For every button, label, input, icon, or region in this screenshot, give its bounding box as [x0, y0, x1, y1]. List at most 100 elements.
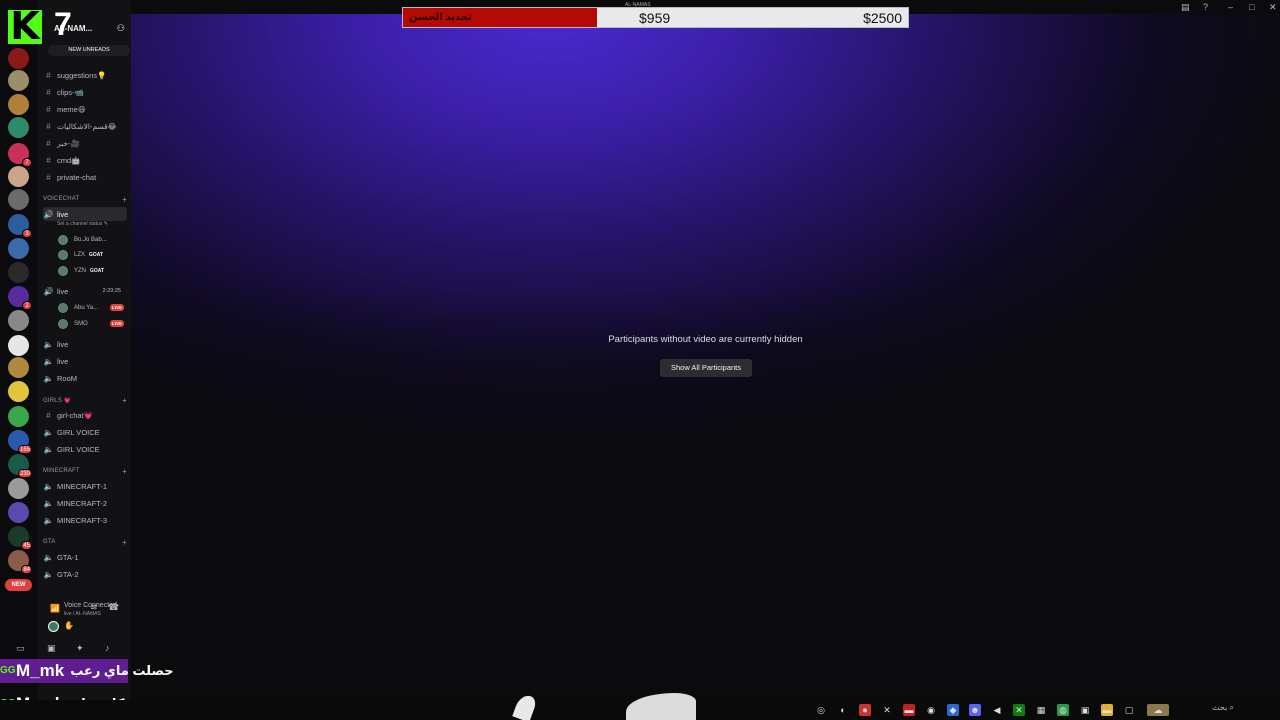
app-icon[interactable]: ✕: [881, 704, 893, 716]
activities-icon[interactable]: ✦: [76, 643, 84, 654]
voice-user-name: Bo.Jo Bab...: [74, 236, 107, 243]
soundboard-icon[interactable]: ♪: [105, 643, 110, 653]
channel-clips[interactable]: # clips-📹: [43, 85, 127, 99]
help-icon[interactable]: ?: [1203, 2, 1208, 12]
server-icon[interactable]: [8, 406, 29, 427]
voice-channel[interactable]: 🔈 MINECRAFT-1: [43, 479, 127, 493]
channel-meme[interactable]: # meme😄: [43, 102, 127, 116]
app-icon[interactable]: ◀: [991, 704, 1003, 716]
camera-icon[interactable]: ▭: [16, 643, 25, 654]
server-icon[interactable]: [8, 357, 29, 378]
app-icon[interactable]: ●: [859, 704, 871, 716]
activity-icon[interactable]: ✋: [64, 621, 74, 632]
voice-channel[interactable]: 🔈 GTA-1: [43, 550, 127, 564]
add-channel-icon[interactable]: +: [122, 467, 127, 476]
channel-girl-chat[interactable]: # girl-chat💗: [43, 408, 127, 422]
app-icon[interactable]: ▬: [903, 704, 915, 716]
voice-user[interactable]: Abu Ya... LIVE: [58, 301, 126, 314]
screen-share-icon[interactable]: ▣: [47, 643, 56, 654]
voice-channel[interactable]: 🔈 GTA-2: [43, 567, 127, 581]
voice-user[interactable]: SMO LIVE: [58, 317, 126, 330]
server-icon[interactable]: [8, 94, 29, 115]
speaker-icon: 🔈: [43, 444, 54, 454]
channel-private-chat[interactable]: # private-chat: [43, 170, 127, 184]
app-icon[interactable]: ◆: [947, 704, 959, 716]
channel-arabic-1[interactable]: # قسم-الاشكاليات😂: [43, 119, 127, 133]
discord-icon[interactable]: ☻: [969, 704, 981, 716]
folder-icon[interactable]: ▬: [1101, 704, 1113, 716]
server-icon[interactable]: [8, 335, 29, 356]
server-icon[interactable]: 165: [8, 430, 32, 454]
voice-channel[interactable]: 🔈 live: [43, 354, 127, 368]
minimize-icon[interactable]: –: [1228, 2, 1233, 12]
unread-badge: 230: [17, 469, 32, 478]
server-icon[interactable]: [8, 502, 29, 523]
app-icon[interactable]: ◎: [815, 704, 827, 716]
close-icon[interactable]: ✕: [1269, 2, 1277, 13]
avatar[interactable]: [48, 621, 59, 632]
server-icon[interactable]: [8, 262, 29, 283]
hash-icon: #: [46, 70, 51, 80]
server-icon[interactable]: [8, 48, 29, 69]
new-server-badge[interactable]: NEW: [5, 579, 32, 591]
voice-channel[interactable]: 🔈 MINECRAFT-2: [43, 496, 127, 510]
signal-icon[interactable]: 📶: [50, 604, 60, 613]
server-header[interactable]: AL-NAM... ⚇: [38, 20, 131, 36]
voice-user[interactable]: Bo.Jo Bab...: [58, 233, 126, 246]
voice-channel[interactable]: 🔈 GIRL VOICE: [43, 425, 127, 439]
category-girls[interactable]: GIRLS 💗 +: [43, 396, 127, 407]
task-view-icon[interactable]: ▢: [1123, 704, 1135, 716]
voice-channel-live-active[interactable]: 🔊 live: [43, 207, 127, 221]
maximize-icon[interactable]: □: [1249, 2, 1254, 12]
server-icon[interactable]: [8, 189, 29, 210]
server-icon[interactable]: 45: [8, 526, 32, 550]
channel-label: GTA-2: [57, 569, 79, 579]
search-box[interactable]: بحث ⌕: [1212, 703, 1234, 713]
voice-user[interactable]: YZN GOAT: [58, 264, 126, 277]
add-channel-icon[interactable]: +: [122, 195, 127, 204]
server-icon[interactable]: [8, 310, 29, 331]
new-unreads-pill[interactable]: NEW UNREADS: [48, 45, 130, 56]
steam-icon[interactable]: ◉: [925, 704, 937, 716]
show-all-participants-button[interactable]: Show All Participants: [660, 359, 752, 377]
category-voicechat[interactable]: VOICECHAT +: [43, 195, 127, 206]
voice-channel[interactable]: 🔈 RooM: [43, 371, 127, 385]
voice-channel[interactable]: 🔈 MINECRAFT-3: [43, 513, 127, 527]
add-channel-icon[interactable]: +: [122, 538, 127, 547]
channel-suggestions[interactable]: # suggestions💡: [43, 68, 127, 82]
voice-user[interactable]: LZX GOAT: [58, 248, 126, 261]
voice-channel-live[interactable]: 🔊 live 2:29:25: [43, 284, 127, 298]
add-channel-icon[interactable]: +: [122, 396, 127, 405]
xbox-icon[interactable]: ✕: [1013, 704, 1025, 716]
voice-channel[interactable]: 🔈 GIRL VOICE: [43, 442, 127, 456]
inbox-icon[interactable]: ▤: [1181, 2, 1190, 13]
disconnect-icon[interactable]: ☎: [108, 602, 119, 613]
voice-connected-panel: 📶 Voice Connected live / AL-NAMAS ≋ ☎ ✋: [38, 598, 131, 638]
server-icon[interactable]: 230: [8, 454, 32, 478]
app-icon[interactable]: ◐: [837, 704, 849, 716]
voice-channel[interactable]: 🔈 live: [43, 337, 127, 351]
live-badge: LIVE: [109, 320, 124, 327]
chrome-icon[interactable]: ◍: [1057, 704, 1069, 716]
server-icon[interactable]: 84: [8, 550, 32, 574]
server-icon[interactable]: [8, 117, 29, 138]
channel-cmd[interactable]: # cmd🤖: [43, 153, 127, 167]
server-icon[interactable]: [8, 70, 29, 91]
add-member-icon[interactable]: ⚇: [117, 23, 125, 34]
server-icon[interactable]: 2: [8, 286, 32, 310]
widget-icon[interactable]: ☁: [1147, 704, 1169, 716]
channel-arabic-2[interactable]: # خبر-🎥: [43, 136, 127, 150]
app-icon[interactable]: ▣: [1079, 704, 1091, 716]
category-gta[interactable]: GTA +: [43, 538, 127, 549]
server-icon[interactable]: [8, 478, 29, 499]
server-icon[interactable]: [8, 238, 29, 259]
channel-status-hint[interactable]: Set a channel status ✎: [57, 221, 108, 227]
server-icon[interactable]: [8, 166, 29, 187]
noise-suppression-icon[interactable]: ≋: [90, 602, 98, 613]
server-icon[interactable]: 3: [8, 214, 32, 238]
server-icon[interactable]: [8, 381, 29, 402]
category-minecraft[interactable]: MINECRAFT +: [43, 467, 127, 478]
server-icon[interactable]: 7: [8, 143, 32, 167]
viewer-count: 7: [54, 6, 72, 42]
app-icon[interactable]: ▦: [1035, 704, 1047, 716]
